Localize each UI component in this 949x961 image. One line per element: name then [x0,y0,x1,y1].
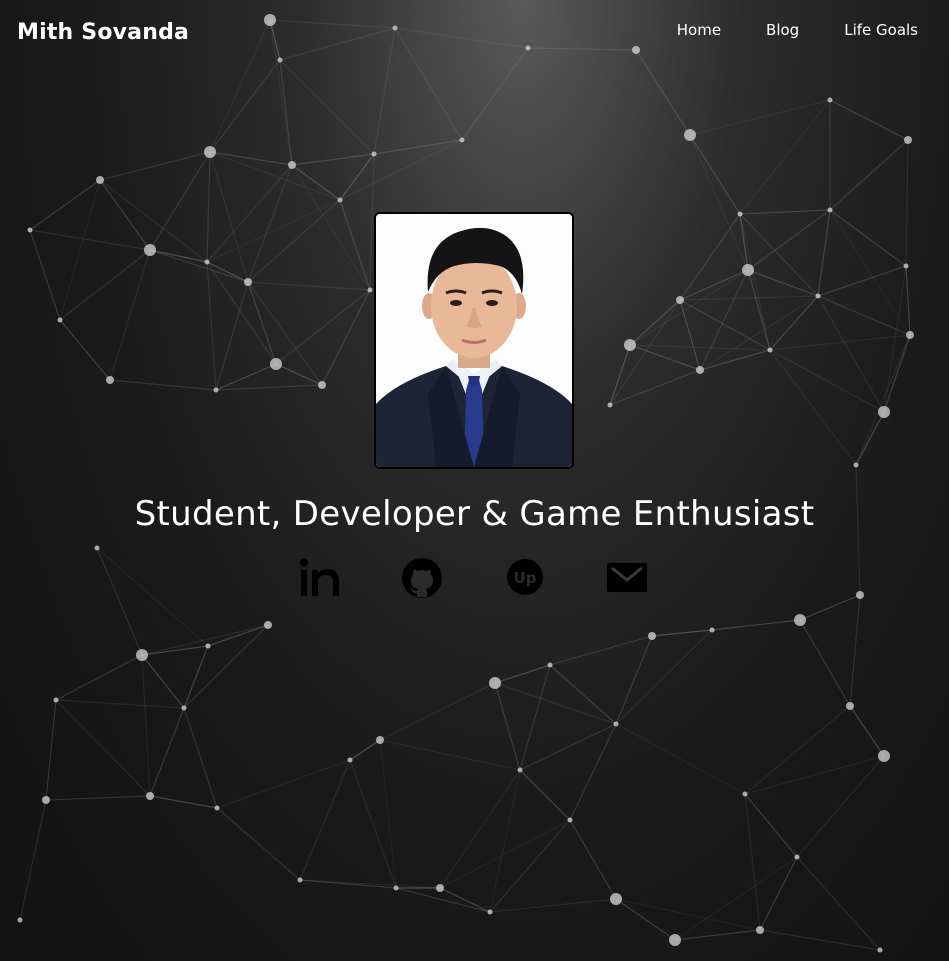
network-background [17,14,914,953]
github-link[interactable] [400,556,444,600]
github-icon [402,558,442,598]
upwork-icon: Up [507,559,543,595]
nav-blog[interactable]: Blog [766,21,799,39]
email-link[interactable] [605,556,649,600]
linkedin-icon [300,558,339,596]
hero-tagline: Student, Developer & Game Enthusiast [134,494,815,534]
social-links: Up [0,556,949,600]
brand-logo[interactable]: Mith Sovanda [17,20,189,45]
upwork-link[interactable]: Up [503,556,547,600]
profile-photo [374,212,574,469]
main-nav: Home Blog Life Goals [632,21,918,39]
linkedin-link[interactable] [298,556,342,600]
nav-life-goals[interactable]: Life Goals [844,21,918,39]
page: Mith Sovanda Home Blog Life Goals Studen… [0,0,949,961]
nav-home[interactable]: Home [677,21,721,39]
email-icon [607,563,647,592]
svg-text:Up: Up [514,569,537,587]
